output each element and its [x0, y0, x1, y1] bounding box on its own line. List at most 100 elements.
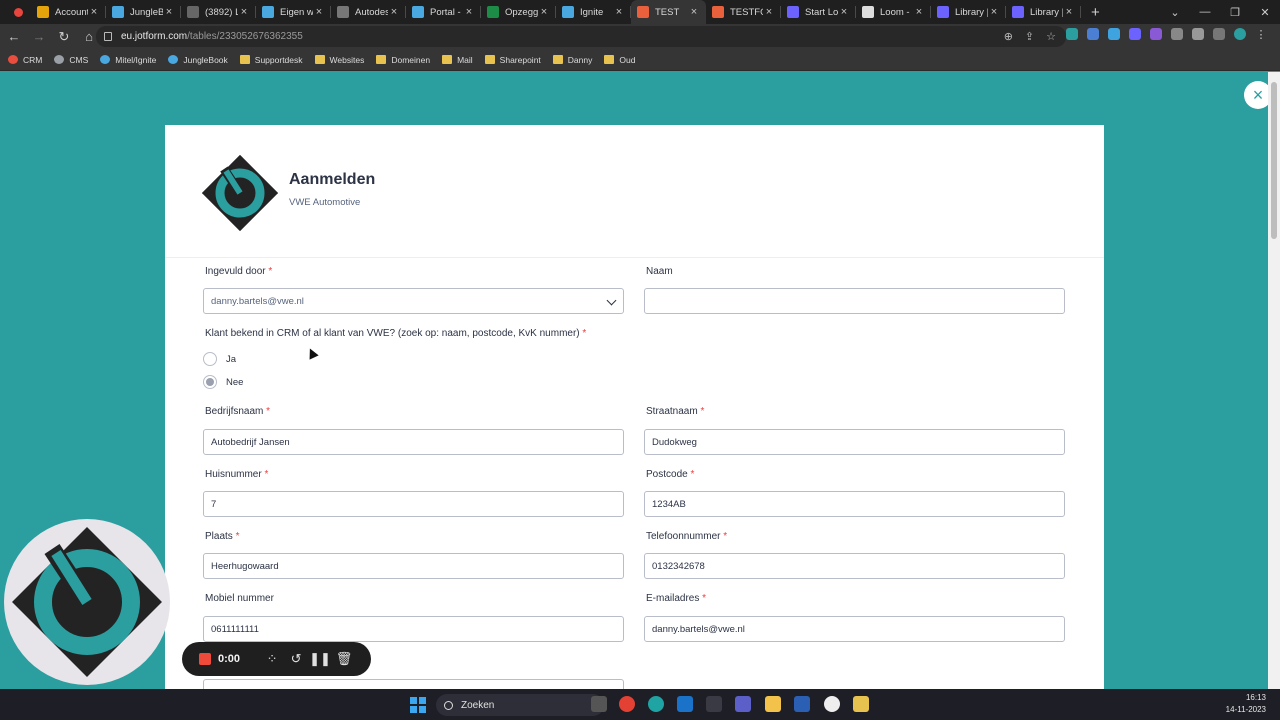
tab-close-icon[interactable]: ×: [913, 6, 925, 18]
browser-tab[interactable]: (3892) L ×: [181, 0, 256, 24]
bookmark-folder[interactable]: Domeinen: [376, 55, 430, 65]
browser-tab[interactable]: Ignite ×: [556, 0, 631, 24]
delete-icon[interactable]: 🗑: [332, 651, 356, 667]
huisnummer-input[interactable]: 7: [203, 491, 624, 517]
radio-ja[interactable]: [203, 352, 217, 366]
ingevuld-door-select[interactable]: danny.bartels@vwe.nl: [203, 288, 624, 314]
bookmark-app[interactable]: Mitel/Ignite: [100, 55, 156, 65]
telefoonnummer-input[interactable]: 0132342678: [644, 553, 1065, 579]
address-bar[interactable]: eu.jotform.com/tables/233052676362355 ⊕ …: [96, 26, 1066, 47]
puzzle-extensions-icon[interactable]: [1171, 28, 1183, 40]
bookmark-folder[interactable]: Websites: [314, 55, 364, 65]
browser-tab[interactable]: Library | ×: [1006, 0, 1081, 24]
extensions-area: ⋮: [1066, 28, 1267, 41]
system-clock[interactable]: 16:13 14-11-2023: [1226, 692, 1266, 716]
reload-icon[interactable]: ↻: [53, 29, 75, 45]
forward-icon[interactable]: →: [28, 29, 50, 44]
maximize-button[interactable]: ❐: [1220, 6, 1250, 19]
tab-close-icon[interactable]: ×: [838, 6, 850, 18]
chevron-down-icon: [606, 295, 617, 306]
bookmark-app[interactable]: CRM: [8, 55, 42, 65]
emailadres-input[interactable]: danny.bartels@vwe.nl: [644, 616, 1065, 642]
zoom-icon[interactable]: ⊕: [1004, 30, 1013, 43]
share-icon[interactable]: ⇪: [1025, 30, 1034, 43]
naam-input[interactable]: [644, 288, 1065, 314]
tab-close-icon[interactable]: ×: [988, 6, 1000, 18]
side-panel-icon[interactable]: [1213, 28, 1225, 40]
tab-close-icon[interactable]: ×: [463, 6, 475, 18]
extension-icon[interactable]: [1087, 28, 1099, 40]
next-field-input[interactable]: [203, 679, 624, 689]
drawing-tools-icon[interactable]: ⁘: [260, 651, 284, 667]
bookmark-folder[interactable]: Danny: [552, 55, 592, 65]
new-tab-button[interactable]: +: [1091, 4, 1100, 21]
tab-close-icon[interactable]: ×: [688, 6, 700, 18]
browser-tab[interactable]: TEST ×: [631, 0, 706, 24]
bookmark-folder[interactable]: Sharepoint: [484, 55, 541, 65]
pause-icon[interactable]: ❚❚: [308, 651, 332, 667]
bookmark-folder[interactable]: Supportdesk: [239, 55, 303, 65]
extension-icon[interactable]: [1129, 28, 1141, 40]
chrome-icon[interactable]: [619, 696, 635, 712]
radio-option-ja[interactable]: Ja: [203, 352, 236, 366]
tab-close-icon[interactable]: ×: [538, 6, 550, 18]
extension-icon[interactable]: [1150, 28, 1162, 40]
tab-close-icon[interactable]: ×: [313, 6, 325, 18]
tab-close-icon[interactable]: ×: [238, 6, 250, 18]
stop-recording-button[interactable]: [199, 653, 211, 665]
close-window-button[interactable]: ✕: [1250, 6, 1280, 19]
browser-tab-strip: Account×JungleBo×(3892) L×Eigen wi×Autod…: [0, 0, 1280, 24]
browser-tab[interactable]: Opzeggi ×: [481, 0, 556, 24]
restart-icon[interactable]: ↺: [284, 651, 308, 667]
browser-tab[interactable]: Loom - ×: [856, 0, 931, 24]
app-icon[interactable]: [853, 696, 869, 712]
tab-close-icon[interactable]: ×: [613, 6, 625, 18]
tab-search-icon[interactable]: ⌄: [1160, 6, 1190, 19]
bookmark-app[interactable]: CMS: [54, 55, 88, 65]
minimize-button[interactable]: —: [1190, 6, 1220, 18]
windows-start-icon[interactable]: [410, 697, 426, 713]
task-view-icon[interactable]: [591, 696, 607, 712]
bookmark-app[interactable]: JungleBook: [168, 55, 228, 65]
bookmark-folder[interactable]: Oud: [604, 55, 635, 65]
outlook-icon[interactable]: [677, 696, 693, 712]
word-icon[interactable]: [794, 696, 810, 712]
app-icon[interactable]: [824, 696, 840, 712]
tab-close-icon[interactable]: ×: [1063, 6, 1075, 18]
straatnaam-input[interactable]: Dudokweg: [644, 429, 1065, 455]
browser-tab[interactable]: Autodes ×: [331, 0, 406, 24]
browser-tab[interactable]: Library | ×: [931, 0, 1006, 24]
menu-dots-icon[interactable]: ⋮: [1255, 28, 1267, 41]
tab-close-icon[interactable]: ×: [388, 6, 400, 18]
taskbar-search[interactable]: Zoeken: [436, 694, 604, 716]
camera-bubble[interactable]: [4, 519, 170, 685]
profile-avatar[interactable]: [1234, 28, 1246, 40]
plaats-input[interactable]: Heerhugowaard: [203, 553, 624, 579]
browser-tab[interactable]: JungleBo×: [106, 0, 181, 24]
browser-tab[interactable]: Portal - I ×: [406, 0, 481, 24]
page-scrollbar[interactable]: [1268, 72, 1280, 689]
browser-tab[interactable]: Account ×: [31, 0, 106, 24]
radio-nee[interactable]: [203, 375, 217, 389]
file-explorer-icon[interactable]: [765, 696, 781, 712]
edge-icon[interactable]: [648, 696, 664, 712]
tab-close-icon[interactable]: ×: [163, 6, 175, 18]
bookmark-folder[interactable]: Mail: [442, 55, 473, 65]
download-icon[interactable]: [1192, 28, 1204, 40]
back-icon[interactable]: ←: [3, 29, 25, 44]
teams-icon[interactable]: [735, 696, 751, 712]
extension-icon[interactable]: [1108, 28, 1120, 40]
tab-close-icon[interactable]: ×: [763, 6, 775, 18]
mobiel-nummer-input[interactable]: 0611111111: [203, 616, 624, 642]
extension-icon[interactable]: [1066, 28, 1078, 40]
app-icon[interactable]: [706, 696, 722, 712]
browser-tab[interactable]: Start Loc×: [781, 0, 856, 24]
scrollbar-thumb[interactable]: [1271, 82, 1277, 239]
tab-close-icon[interactable]: ×: [88, 6, 100, 18]
browser-tab[interactable]: Eigen wi ×: [256, 0, 331, 24]
radio-option-nee[interactable]: Nee: [203, 375, 243, 389]
bedrijfsnaam-input[interactable]: Autobedrijf Jansen: [203, 429, 624, 455]
bookmark-star-icon[interactable]: ☆: [1046, 30, 1056, 43]
postcode-input[interactable]: 1234AB: [644, 491, 1065, 517]
browser-tab[interactable]: TESTFOR×: [706, 0, 781, 24]
